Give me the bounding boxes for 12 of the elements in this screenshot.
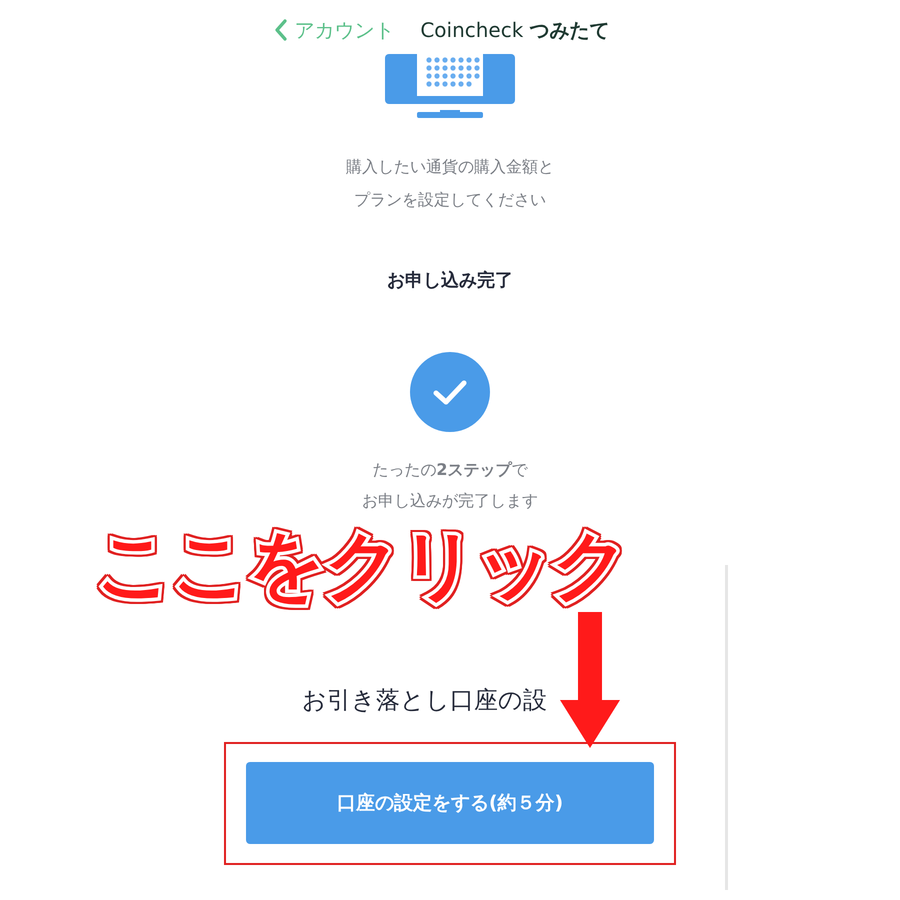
purchase-description: 購入したい通貨の購入金額と プランを設定してください [346, 156, 554, 211]
monitor-icon [385, 54, 515, 120]
account-setup-heading: お引き落とし口座の設 [302, 685, 547, 716]
callout-text: ここをクリック [96, 522, 628, 608]
chevron-left-icon [274, 18, 288, 42]
steps-description: たったの2ステップで お申し込みが完了します [362, 459, 538, 512]
account-setup-button[interactable]: 口座の設定をする(約５分) [246, 762, 654, 844]
completion-heading: お申し込み完了 [387, 269, 513, 292]
down-arrow-icon [560, 612, 620, 748]
screen-title: Coincheck つみたて [420, 16, 610, 44]
back-button[interactable]: アカウント [274, 16, 394, 44]
check-circle-icon [410, 352, 490, 432]
